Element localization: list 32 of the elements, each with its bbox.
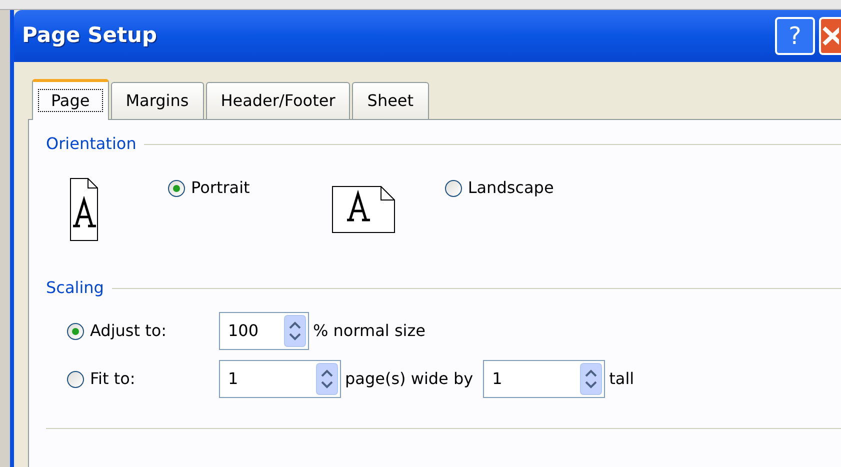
group-label: Orientation — [46, 133, 136, 155]
tab[interactable]: Margins — [110, 82, 204, 119]
group-label: Scaling — [46, 277, 104, 299]
close-button[interactable] — [819, 17, 841, 55]
tab[interactable]: Header/Footer — [206, 82, 350, 119]
close-icon — [821, 24, 839, 48]
field-value: 1 — [228, 368, 240, 390]
unit-label: tall — [609, 368, 634, 390]
spinner-arrows-icon — [580, 363, 602, 395]
landscape-page-icon — [332, 186, 395, 233]
unit-label: page(s) wide by — [345, 368, 474, 390]
portrait-page-icon — [70, 178, 98, 241]
help-button[interactable]: ? — [775, 17, 815, 55]
radio-button[interactable] — [168, 180, 185, 196]
spin-field[interactable]: 1 — [219, 360, 341, 398]
spinner-arrows-icon — [316, 363, 338, 395]
window-title: Page Setup — [22, 22, 157, 50]
tab[interactable]: Page — [32, 79, 109, 120]
option-label: Portrait — [191, 177, 250, 199]
radio-button[interactable] — [67, 322, 84, 340]
radio-button[interactable] — [444, 180, 462, 196]
tab[interactable]: Sheet — [352, 82, 429, 119]
spinner-arrows-icon — [284, 315, 306, 347]
unit-label: % normal size — [313, 320, 426, 342]
spin-field[interactable]: 100 — [219, 312, 309, 350]
option-label: Adjust to: — [90, 320, 167, 342]
spin-field[interactable]: 1 — [483, 360, 606, 398]
field-value: 100 — [228, 320, 260, 342]
radio-button[interactable] — [67, 370, 84, 388]
option-label: Landscape — [468, 177, 554, 199]
field-value: 1 — [492, 368, 504, 390]
option-label: Fit to: — [90, 368, 136, 390]
